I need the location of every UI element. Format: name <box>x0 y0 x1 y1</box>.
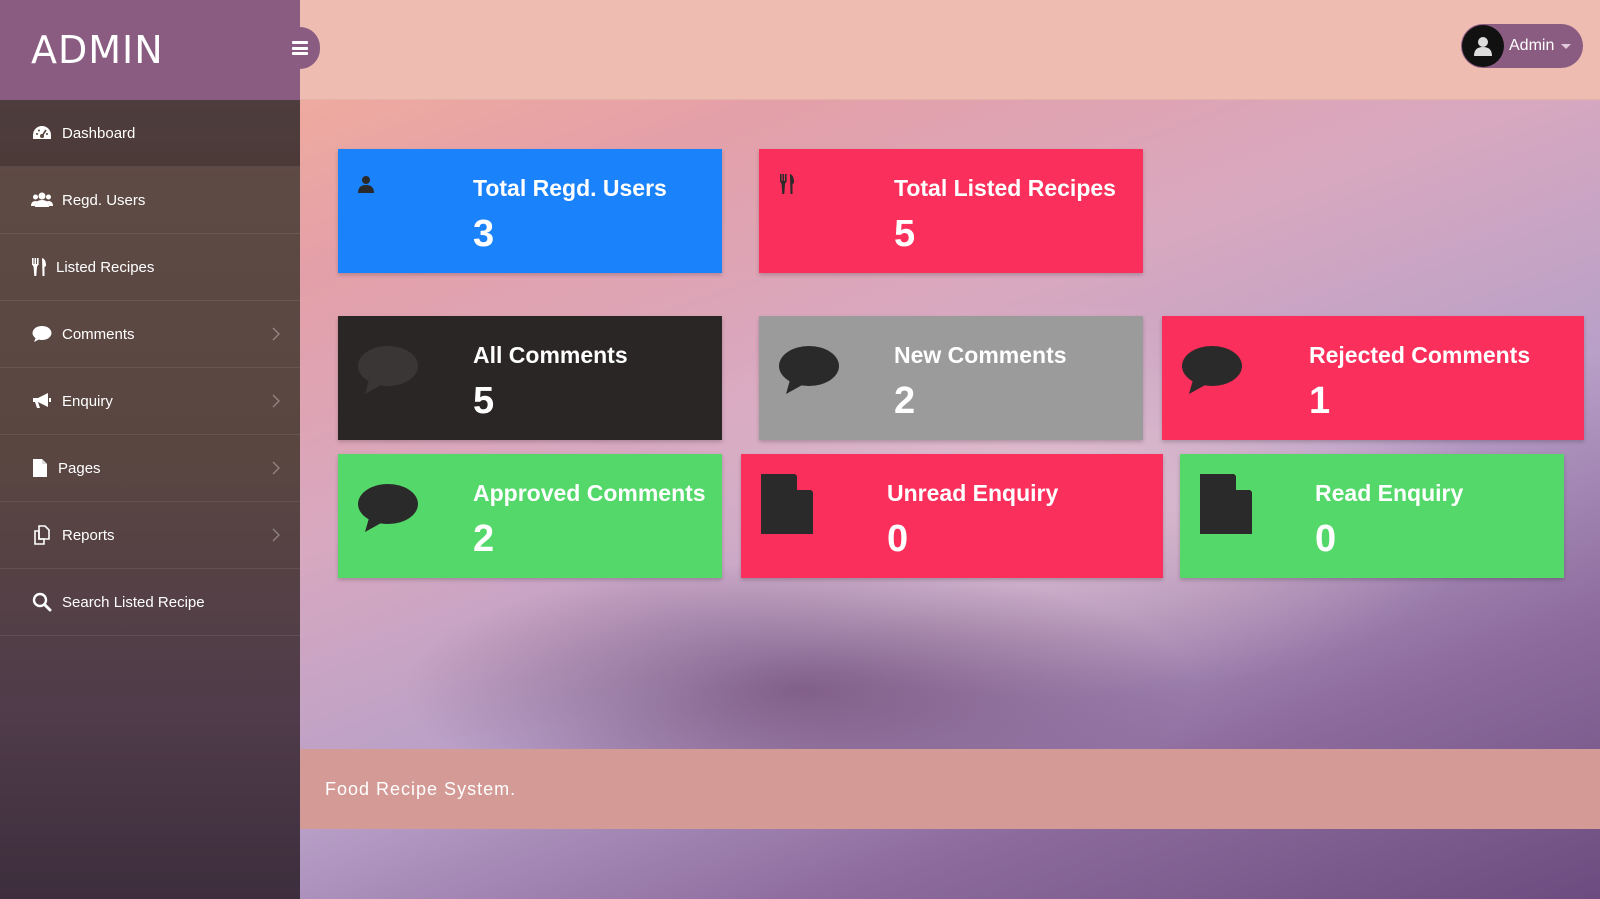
chevron-right-icon <box>272 528 280 542</box>
menu-toggle-button[interactable] <box>280 27 320 69</box>
file-icon <box>761 474 813 539</box>
user-icon <box>1474 37 1492 56</box>
card-title: Total Regd. Users <box>473 175 667 201</box>
sidebar-item-regd-users[interactable]: Regd. Users <box>0 167 300 234</box>
top-header: Admin <box>300 0 1600 100</box>
sidebar-item-label: Search Listed Recipe <box>62 593 205 611</box>
cutlery-icon <box>30 256 48 278</box>
card-value: 1 <box>1309 380 1331 422</box>
card-total-regd-users[interactable]: Total Regd. Users 3 <box>338 149 722 273</box>
sidebar-item-listed-recipes[interactable]: Listed Recipes <box>0 234 300 301</box>
comment-icon <box>30 323 54 345</box>
sidebar-item-pages[interactable]: Pages <box>0 435 300 502</box>
card-title: Total Listed Recipes <box>894 175 1116 201</box>
dashboard-icon <box>30 122 54 144</box>
comment-icon <box>1181 344 1243 401</box>
card-value: 2 <box>894 380 916 422</box>
card-value: 0 <box>887 518 909 560</box>
sidebar-item-label: Listed Recipes <box>56 258 155 276</box>
card-title: Rejected Comments <box>1309 342 1531 368</box>
comment-icon <box>778 344 840 401</box>
user-menu-button[interactable]: Admin <box>1461 24 1583 68</box>
sidebar-item-label: Pages <box>58 459 101 477</box>
sidebar-item-label: Comments <box>62 325 135 343</box>
chevron-right-icon <box>272 394 280 408</box>
sidebar-item-label: Dashboard <box>62 124 136 142</box>
copy-icon <box>30 524 54 546</box>
hamburger-icon <box>292 41 308 55</box>
card-value: 2 <box>473 518 495 560</box>
footer: Food Recipe System. <box>300 749 1600 829</box>
sidebar-item-reports[interactable]: Reports <box>0 502 300 569</box>
sidebar-item-enquiry[interactable]: Enquiry <box>0 368 300 435</box>
chevron-right-icon <box>272 461 280 475</box>
main-content: Admin Total Regd. Users 3 Total Listed R… <box>300 0 1600 899</box>
cutlery-icon <box>779 173 795 200</box>
caret-down-icon <box>1561 43 1572 49</box>
card-title: Unread Enquiry <box>887 480 1059 506</box>
card-title: New Comments <box>894 342 1067 368</box>
sidebar-item-label: Regd. Users <box>62 191 146 209</box>
card-total-listed-recipes[interactable]: Total Listed Recipes 5 <box>759 149 1143 273</box>
card-read-enquiry[interactable]: Read Enquiry 0 <box>1180 454 1564 578</box>
avatar <box>1462 25 1504 67</box>
sidebar-item-label: Enquiry <box>62 392 113 410</box>
card-value: 5 <box>473 380 495 422</box>
sidebar-item-search-listed-recipe[interactable]: Search Listed Recipe <box>0 569 300 636</box>
bullhorn-icon <box>30 390 54 412</box>
comment-icon <box>357 482 419 539</box>
card-value: 5 <box>894 213 916 255</box>
card-value: 0 <box>1315 518 1337 560</box>
card-title: Approved Comments <box>473 480 706 506</box>
card-rejected-comments[interactable]: Rejected Comments 1 <box>1162 316 1584 440</box>
card-unread-enquiry[interactable]: Unread Enquiry 0 <box>741 454 1163 578</box>
file-icon <box>30 457 50 479</box>
user-icon <box>357 175 375 198</box>
file-icon <box>1200 474 1252 539</box>
card-new-comments[interactable]: New Comments 2 <box>759 316 1143 440</box>
card-approved-comments[interactable]: Approved Comments 2 <box>338 454 722 578</box>
search-icon <box>30 591 54 613</box>
card-title: Read Enquiry <box>1315 480 1464 506</box>
sidebar: ADMIN Dashboard Regd. Users Listed Recip… <box>0 0 320 899</box>
card-title: All Comments <box>473 342 628 368</box>
chevron-right-icon <box>272 327 280 341</box>
card-all-comments[interactable]: All Comments 5 <box>338 316 722 440</box>
brand-header: ADMIN <box>0 0 320 100</box>
users-icon <box>30 189 54 211</box>
user-name: Admin <box>1509 37 1555 54</box>
comment-icon <box>357 344 419 401</box>
sidebar-item-comments[interactable]: Comments <box>0 301 300 368</box>
sidebar-item-label: Reports <box>62 526 115 544</box>
sidebar-item-dashboard[interactable]: Dashboard <box>0 100 300 167</box>
brand-title: ADMIN <box>31 28 164 72</box>
card-value: 3 <box>473 213 495 255</box>
footer-text: Food Recipe System. <box>325 778 517 799</box>
